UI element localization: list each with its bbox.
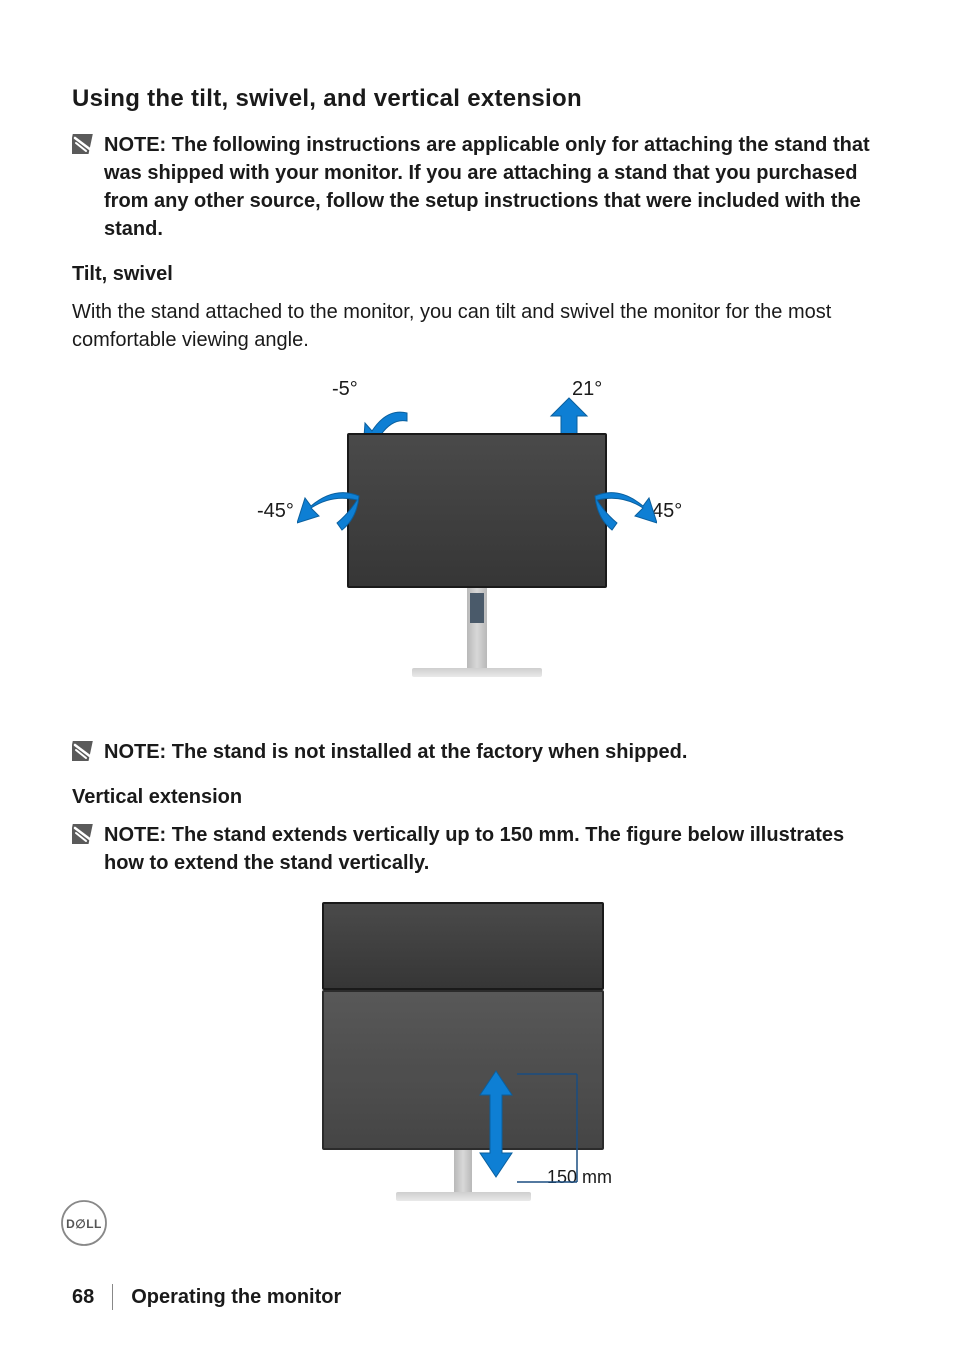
footer-separator [112,1284,113,1310]
note-icon [72,740,94,762]
figure-tilt-swivel: -5° 21° -45° 45° [72,378,882,708]
note-block-2: NOTE: The stand is not installed at the … [72,738,882,766]
tilt-swivel-description: With the stand attached to the monitor, … [72,298,882,354]
figure-vertical-extension: 150 mm [72,897,882,1217]
dell-logo: D∅LL [60,1199,108,1247]
note-text-2: NOTE: The stand is not installed at the … [104,738,687,766]
svg-text:D∅LL: D∅LL [66,1217,102,1231]
monitor-raised [322,902,604,990]
arrow-swivel-left [297,488,362,543]
note-block-1: NOTE: The following instructions are app… [72,131,882,243]
note-text-3: NOTE: The stand extends vertically up to… [104,821,882,877]
note-text-1: NOTE: The following instructions are app… [104,131,882,243]
dimension-line [517,1072,587,1202]
page-number: 68 [72,1286,94,1309]
note-icon [72,823,94,845]
tilt-swivel-heading: Tilt, swivel [72,263,882,286]
footer-section-title: Operating the monitor [131,1286,341,1309]
vertical-extension-heading: Vertical extension [72,786,882,809]
monitor-stand-neck-vert [454,1150,472,1192]
note-block-3: NOTE: The stand extends vertically up to… [72,821,882,877]
arrow-swivel-right [592,488,657,543]
monitor-stand-base [412,668,542,677]
arrow-vertical-extend [478,1069,514,1179]
monitor-stand-base-vert [396,1192,531,1201]
monitor-screen [347,433,607,588]
label-swivel-neg45: -45° [257,500,294,523]
monitor-neck-accent [470,593,484,623]
main-heading: Using the tilt, swivel, and vertical ext… [72,85,882,113]
label-tilt-neg5: -5° [332,378,358,401]
note-icon [72,133,94,155]
page-footer: 68 Operating the monitor [72,1284,882,1310]
